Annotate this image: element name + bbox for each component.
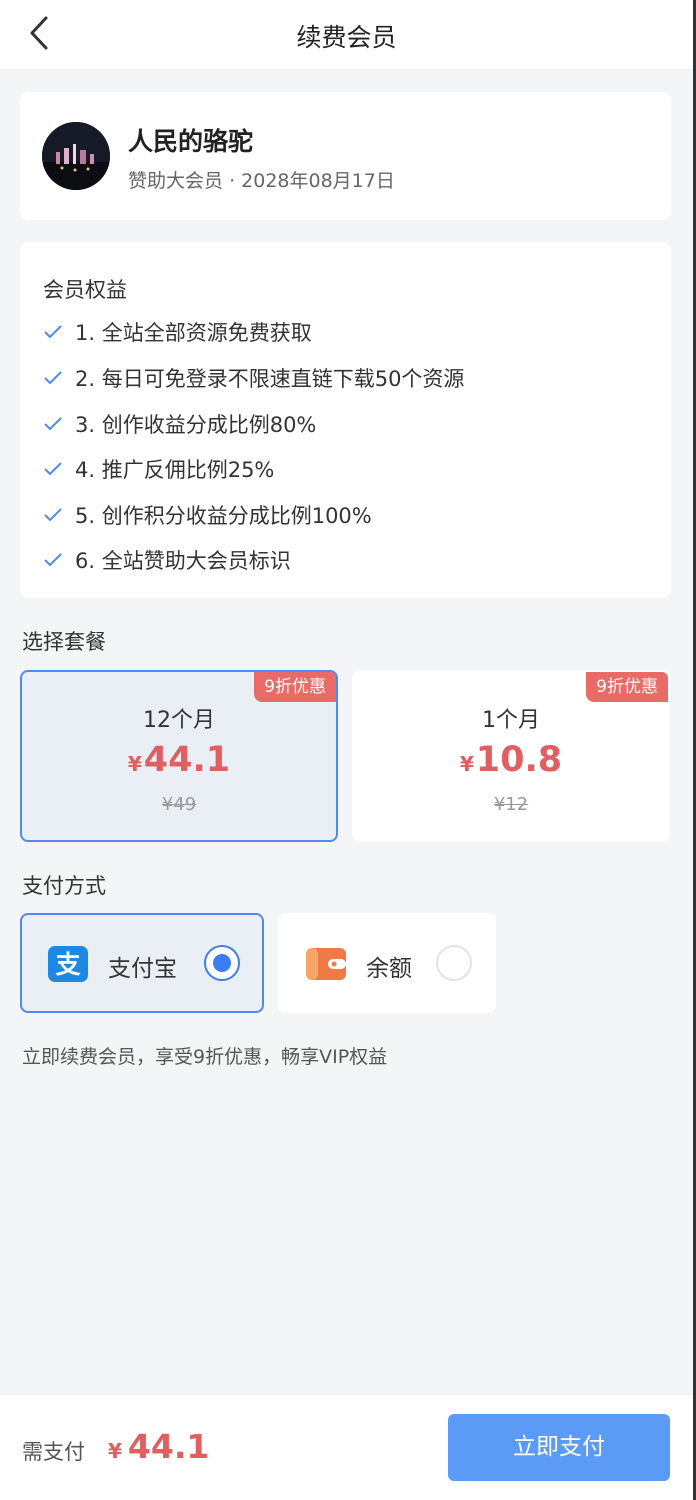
plan-price: ¥10.8 bbox=[354, 740, 668, 780]
payment-label: 余额 bbox=[366, 956, 412, 982]
page-title: 续费会员 bbox=[296, 23, 397, 52]
benefit-item: 6. 全站赞助大会员标识 bbox=[43, 544, 291, 576]
pay-total: ¥44.1 bbox=[108, 1427, 209, 1466]
radio-selected[interactable] bbox=[204, 945, 240, 981]
membership-level: 赞助大会员 bbox=[128, 170, 224, 192]
need-pay-label: 需支付 bbox=[22, 1440, 85, 1464]
check-icon bbox=[44, 553, 62, 567]
benefit-text: 6. 全站赞助大会员标识 bbox=[75, 549, 291, 573]
membership-info: 赞助大会员 · 2028年08月17日 bbox=[128, 166, 395, 193]
check-icon bbox=[44, 462, 62, 476]
plan-original-price: ¥12 bbox=[493, 794, 529, 815]
currency-symbol: ¥ bbox=[108, 1439, 122, 1463]
benefit-item: 2. 每日可免登录不限速直链下载50个资源 bbox=[43, 362, 464, 394]
pay-now-button[interactable]: 立即支付 bbox=[448, 1414, 670, 1481]
benefit-item: 3. 创作收益分成比例80% bbox=[43, 408, 316, 440]
membership-expiry: 2028年08月17日 bbox=[241, 170, 395, 192]
benefit-text: 3. 创作收益分成比例80% bbox=[75, 413, 317, 437]
check-icon bbox=[44, 417, 62, 431]
svg-text:支: 支 bbox=[55, 950, 80, 979]
plan-price: ¥44.1 bbox=[22, 740, 336, 780]
benefits-card: 会员权益 1. 全站全部资源免费获取 2. 每日可免登录不限速直链下载50个资源… bbox=[20, 242, 671, 598]
plans-section-title: 选择套餐 bbox=[22, 630, 106, 654]
plan-price-amount: 44.1 bbox=[143, 740, 231, 780]
separator-dot: · bbox=[229, 170, 236, 192]
plan-option-12-months[interactable]: 9折优惠 12个月 ¥44.1 ¥49 bbox=[20, 670, 338, 842]
benefit-item: 4. 推广反佣比例25% bbox=[43, 453, 274, 485]
check-icon bbox=[44, 325, 62, 339]
alipay-icon: 支 bbox=[48, 946, 88, 982]
avatar bbox=[42, 122, 110, 190]
wallet-icon bbox=[306, 948, 346, 980]
top-nav-bar: 续费会员 bbox=[0, 0, 693, 70]
discount-badge: 9折优惠 bbox=[586, 672, 668, 702]
benefit-item: 1. 全站全部资源免费获取 bbox=[43, 316, 312, 348]
currency-symbol: ¥ bbox=[459, 752, 474, 776]
benefit-text: 4. 推广反佣比例25% bbox=[75, 458, 275, 482]
benefit-text: 1. 全站全部资源免费获取 bbox=[75, 321, 312, 345]
plan-price-amount: 10.8 bbox=[475, 740, 563, 780]
renew-membership-page: 续费会员 人民的骆驼 赞助大会员 · 2028年08月17日 会员权益 1. 全… bbox=[0, 0, 696, 1500]
user-info-card: 人民的骆驼 赞助大会员 · 2028年08月17日 bbox=[20, 92, 671, 220]
check-icon bbox=[44, 508, 62, 522]
plan-original-price: ¥49 bbox=[161, 794, 197, 815]
check-icon bbox=[44, 371, 62, 385]
payment-option-balance[interactable]: 余额 bbox=[278, 913, 496, 1013]
benefit-text: 2. 每日可免登录不限速直链下载50个资源 bbox=[75, 367, 465, 391]
username: 人民的骆驼 bbox=[128, 127, 254, 156]
payment-option-alipay[interactable]: 支 支付宝 bbox=[20, 913, 264, 1013]
benefits-title: 会员权益 bbox=[43, 278, 127, 302]
payment-section-title: 支付方式 bbox=[22, 874, 106, 898]
promo-text: 立即续费会员，享受9折优惠，畅享VIP权益 bbox=[22, 1046, 388, 1068]
currency-symbol: ¥ bbox=[127, 752, 142, 776]
plan-duration: 12个月 bbox=[143, 708, 215, 733]
bottom-pay-bar: 需支付 ¥44.1 立即支付 bbox=[0, 1394, 693, 1500]
discount-badge: 9折优惠 bbox=[254, 672, 336, 702]
pay-total-amount: 44.1 bbox=[127, 1427, 210, 1466]
plan-option-1-month[interactable]: 9折优惠 1个月 ¥10.8 ¥12 bbox=[352, 670, 670, 842]
payment-label: 支付宝 bbox=[108, 956, 177, 982]
plan-duration: 1个月 bbox=[482, 708, 540, 733]
benefit-item: 5. 创作积分收益分成比例100% bbox=[43, 499, 372, 531]
benefit-text: 5. 创作积分收益分成比例100% bbox=[75, 504, 372, 528]
radio-unselected[interactable] bbox=[436, 945, 472, 981]
